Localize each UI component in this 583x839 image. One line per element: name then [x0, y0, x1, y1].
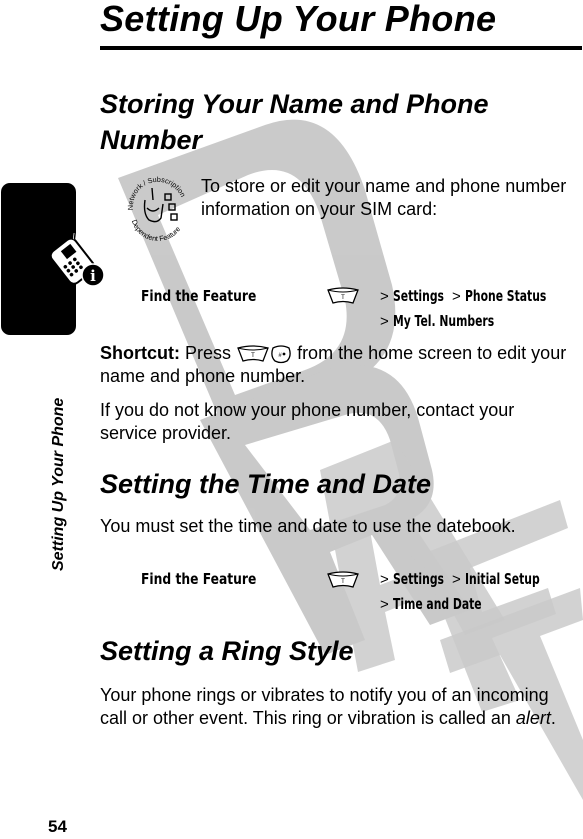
find-the-feature-label: Find the Feature	[141, 287, 257, 305]
page-number: 54	[48, 817, 67, 836]
menu-key-icon: T	[237, 345, 269, 363]
menu-item-time-and-date[interactable]: Time and Date	[393, 595, 482, 613]
svg-text:Network / Subscription: Network / Subscription	[126, 175, 188, 210]
path-separator: >	[451, 571, 461, 588]
svg-text:T: T	[341, 579, 345, 585]
text-line: To store or edit your name and phone num…	[201, 176, 567, 196]
text-line: Shortcut: Press T # from the home screen…	[100, 342, 566, 365]
network-dependent-feature-icon: Network / Subscription Dependent Feature	[126, 175, 188, 242]
path-separator: >	[380, 288, 389, 305]
menu-item-settings[interactable]: Settings	[393, 570, 444, 588]
shortcut-rest: from the home screen to edit your	[297, 343, 567, 363]
menu-path-line: > Settings > Phone Status	[380, 287, 551, 305]
phone-number-note: If you do not know your phone number, co…	[100, 399, 514, 445]
path-separator: >	[451, 288, 461, 305]
find-the-feature-label: Find the Feature	[141, 570, 257, 588]
svg-text:T: T	[341, 295, 345, 301]
ring-style-text: Your phone rings or vibrates to notify y…	[100, 684, 556, 730]
intro-text: To store or edit your name and phone num…	[201, 175, 566, 221]
time-date-text: You must set the time and date to use th…	[100, 516, 516, 536]
menu-key-icon[interactable]: T	[326, 571, 360, 589]
section-heading-ring-style: Setting a Ring Style	[100, 636, 354, 666]
menu-key-icon[interactable]: T	[326, 287, 360, 305]
text-line: information on your SIM card:	[201, 199, 438, 219]
page-title: Setting Up Your Phone	[100, 0, 497, 39]
path-separator: >	[380, 313, 389, 330]
text-span: call or other event. This ring or vibrat…	[100, 708, 516, 728]
text-line: name and phone number.	[100, 366, 306, 386]
menu-path-line: > Settings > Initial Setup	[380, 570, 544, 588]
menu-item-my-tel-numbers[interactable]: My Tel. Numbers	[393, 312, 494, 330]
shortcut-text: Shortcut: Press T # from the home screen…	[100, 342, 566, 388]
menu-item-initial-setup[interactable]: Initial Setup	[465, 570, 540, 588]
term-alert: alert	[515, 708, 551, 728]
path-separator: >	[380, 596, 389, 613]
text-line: If you do not know your phone number, co…	[100, 400, 515, 420]
heading-line: Storing Your Name and Phone	[100, 89, 489, 119]
menu-item-phone-status[interactable]: Phone Status	[465, 287, 546, 305]
text-line: call or other event. This ring or vibrat…	[100, 707, 556, 730]
phone-info-icon: i	[49, 233, 105, 287]
heading-line: Number	[100, 125, 203, 155]
chapter-tab-label: Setting Up Your Phone	[50, 397, 67, 571]
section-heading-storing-name: Storing Your Name and Phone Number	[100, 86, 489, 158]
menu-item-settings[interactable]: Settings	[393, 287, 444, 305]
svg-text:i: i	[90, 267, 96, 285]
shortcut-press: Press	[185, 343, 232, 363]
menu-path-line: > Time and Date	[380, 595, 486, 613]
shortcut-label: Shortcut:	[100, 343, 180, 363]
text-span: .	[550, 708, 556, 728]
path-separator: >	[380, 571, 389, 588]
section-heading-time-date: Setting the Time and Date	[100, 469, 432, 499]
menu-path-line: > My Tel. Numbers	[380, 312, 499, 330]
text-line: service provider.	[100, 423, 232, 443]
svg-text:T: T	[251, 353, 255, 359]
text-line: Your phone rings or vibrates to notify y…	[100, 685, 549, 705]
title-rule	[100, 46, 582, 50]
hash-key-icon: #	[271, 345, 291, 364]
